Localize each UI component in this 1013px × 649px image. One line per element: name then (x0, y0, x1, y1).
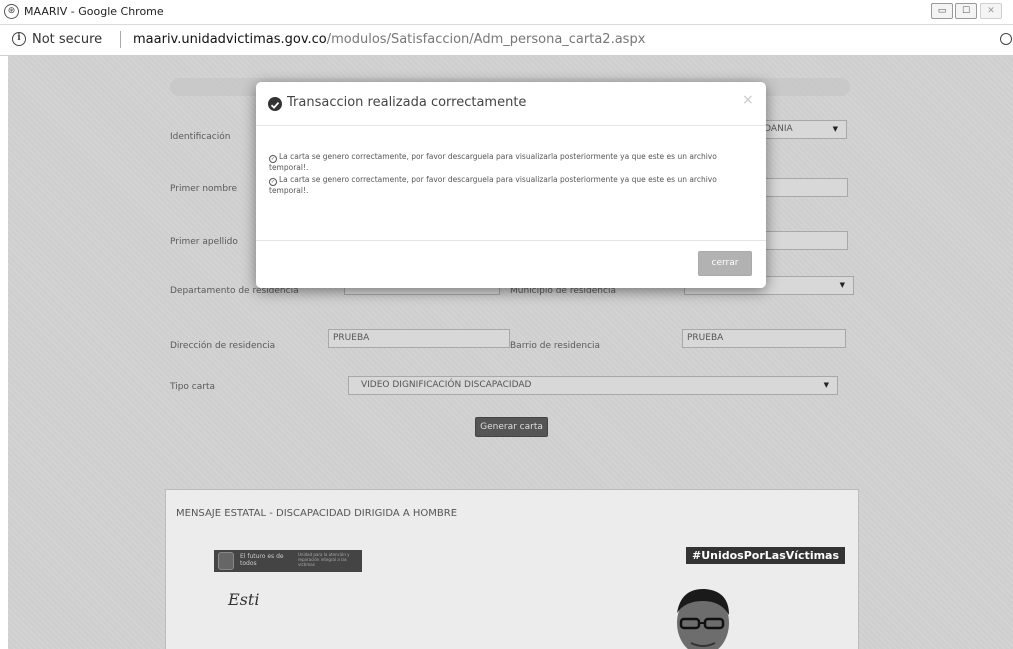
tipo-carta-select[interactable]: VIDEO DIGNIFICACIÓN DISCAPACIDAD ▼ (348, 376, 838, 395)
person-photo (661, 583, 741, 649)
info-icon[interactable]: i (12, 32, 26, 46)
logo-text: El futuro es de todos (240, 553, 284, 567)
modal-footer: cerrar (256, 240, 766, 288)
modal-message: ✓ La carta se genero correctamente, por f… (269, 152, 755, 172)
security-label[interactable]: Not secure (32, 32, 102, 47)
generar-carta-button[interactable]: Generar carta (475, 417, 548, 437)
chevron-down-icon: ▼ (839, 281, 845, 289)
success-modal: Transaccion realizada correctamente × ✓ L… (256, 82, 766, 288)
modal-message-text: La carta se genero correctamente, por fa… (269, 175, 717, 195)
close-window-button[interactable]: ✕ (980, 3, 1002, 19)
address-divider (120, 31, 121, 48)
letter-greeting: Esti (228, 590, 260, 609)
tipo-carta-value: VIDEO DIGNIFICACIÓN DISCAPACIDAD (361, 380, 532, 390)
modal-message: ✓ La carta se genero correctamente, por f… (269, 175, 755, 195)
cerrar-button[interactable]: cerrar (698, 251, 752, 276)
segundo-nombre-input[interactable] (762, 178, 848, 197)
barrio-input[interactable]: PRUEBA (682, 329, 846, 348)
primer-apellido-label: Primer apellido (170, 237, 238, 247)
tipo-carta-label: Tipo carta (170, 382, 216, 392)
check-circle-icon: ✓ (269, 178, 277, 186)
logo-subtext: Unidad para la atención y reparación int… (298, 552, 350, 567)
check-circle-icon: ✓ (269, 155, 277, 163)
zoom-icon[interactable] (1000, 33, 1012, 45)
app-logo-icon: ⊛ (4, 4, 19, 19)
identificacion-label: Identificación (170, 132, 231, 142)
modal-header: Transaccion realizada correctamente × (256, 82, 766, 126)
minimize-button[interactable]: ▭ (931, 3, 953, 19)
url-text[interactable]: maariv.unidadvictimas.gov.co/modulos/Sat… (133, 32, 645, 47)
check-circle-icon (268, 97, 282, 111)
window-title: MAARIV - Google Chrome (24, 5, 164, 18)
url-path: /modulos/Satisfaccion/Adm_persona_carta2… (326, 32, 646, 47)
modal-message-text: La carta se genero correctamente, por fa… (269, 152, 717, 172)
government-logo: El futuro es de todos Unidad para la ate… (214, 550, 362, 572)
close-icon[interactable]: × (742, 92, 754, 108)
address-bar[interactable]: i Not secure maariv.unidadvictimas.gov.c… (0, 25, 1013, 56)
primer-nombre-label: Primer nombre (170, 184, 238, 194)
url-host: maariv.unidadvictimas.gov.co (133, 32, 327, 47)
coat-of-arms-icon (218, 552, 234, 570)
chevron-down-icon: ▼ (832, 125, 838, 133)
chevron-down-icon: ▼ (823, 381, 829, 389)
direccion-input[interactable]: PRUEBA (328, 329, 510, 348)
barrio-label: Barrio de residencia (510, 341, 601, 351)
campaign-hashtag: #UnidosPorLasVíctimas (686, 547, 846, 564)
letter-title: MENSAJE ESTATAL - DISCAPACIDAD DIRIGIDA … (176, 508, 458, 519)
window-titlebar: ⊛ MAARIV - Google Chrome ▭ ☐ ✕ (0, 0, 1013, 25)
letter-preview-card: MENSAJE ESTATAL - DISCAPACIDAD DIRIGIDA … (165, 489, 859, 649)
modal-body: ✓ La carta se genero correctamente, por f… (269, 152, 755, 198)
direccion-label: Dirección de residencia (170, 341, 276, 351)
segundo-apellido-input[interactable] (762, 231, 848, 250)
modal-title: Transaccion realizada correctamente (287, 95, 527, 110)
maximize-button[interactable]: ☐ (955, 3, 977, 19)
